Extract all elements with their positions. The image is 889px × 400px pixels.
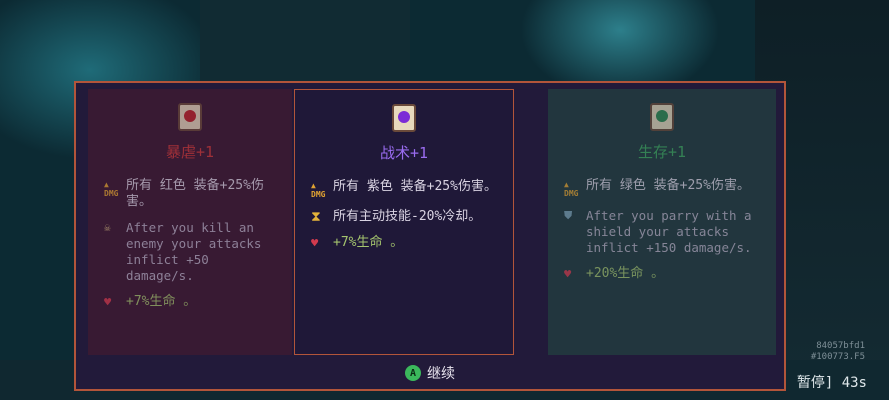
dmg-icon: ▲ DMG — [564, 180, 579, 198]
effect-row: ⧗ 所有主动技能-20%冷却。 — [311, 209, 499, 225]
stat-text: 所有 绿色 装备+25%伤害。 — [586, 178, 750, 193]
stat-row: ▲ DMG 所有 紫色 装备+25%伤害。 — [311, 179, 499, 199]
build-hash: 84057bfd1 — [816, 341, 865, 351]
continue-prompt[interactable]: A 继续 — [76, 357, 784, 389]
scroll-choice-panel: 暴虐+1 ▲ DMG 所有 红色 装备+25%伤害。 ☠ After you ki… — [74, 81, 786, 391]
bonus-row: ♥ +7%生命 。 — [311, 235, 499, 251]
choice-card-survival[interactable]: 生存+1 ▲ DMG 所有 绿色 装备+25%伤害。 ⛊ After you pa… — [548, 89, 776, 355]
scroll-green-icon — [646, 101, 678, 135]
scroll-purple-icon — [388, 102, 420, 136]
background-pillar — [200, 0, 410, 85]
pause-timer: 暂停] 43s — [796, 375, 867, 391]
effect-row: ⛊ After you parry with a shield your att… — [564, 208, 762, 256]
effect-text: After you kill an enemy your attacks inf… — [126, 220, 262, 283]
skull-icon: ☠ — [104, 221, 111, 234]
dmg-icon: ▲ DMG — [104, 180, 119, 198]
choice-card-brutality[interactable]: 暴虐+1 ▲ DMG 所有 红色 装备+25%伤害。 ☠ After you ki… — [88, 89, 292, 355]
bonus-text: +7%生命 。 — [126, 294, 197, 309]
shield-icon: ⛊ — [564, 209, 573, 222]
card-title: 暴虐+1 — [165, 143, 215, 161]
choice-card-tactics[interactable]: 战术+1 ▲ DMG 所有 紫色 装备+25%伤害。 ⧗ 所有主动技能-20%冷却… — [294, 89, 514, 355]
card-title: 战术+1 — [379, 144, 429, 162]
hourglass-icon: ⧗ — [311, 209, 321, 225]
stat-text: 所有 紫色 装备+25%伤害。 — [333, 179, 497, 194]
stat-row: ▲ DMG 所有 绿色 装备+25%伤害。 — [564, 178, 762, 198]
heart-icon: ♥ — [311, 236, 319, 250]
a-button-icon[interactable]: A — [405, 365, 421, 381]
heart-icon: ♥ — [564, 267, 572, 281]
effect-text: 所有主动技能-20%冷却。 — [333, 209, 482, 224]
card-title: 生存+1 — [637, 143, 687, 161]
heart-icon: ♥ — [104, 295, 112, 309]
build-id: #100773.F5 — [810, 352, 865, 362]
bonus-row: ♥ +7%生命 。 — [104, 294, 278, 310]
scroll-red-icon — [174, 101, 206, 135]
bonus-text: +7%生命 。 — [333, 235, 404, 250]
bonus-row: ♥ +20%生命 。 — [564, 266, 762, 282]
dmg-icon: ▲ DMG — [311, 181, 326, 199]
effect-text: After you parry with a shield your attac… — [586, 208, 752, 255]
bonus-text: +20%生命 。 — [586, 266, 665, 281]
stat-row: ▲ DMG 所有 红色 装备+25%伤害。 — [104, 178, 278, 210]
effect-row: ☠ After you kill an enemy your attacks i… — [104, 220, 278, 284]
stat-text: 所有 红色 装备+25%伤害。 — [126, 178, 264, 209]
continue-label: 继续 — [427, 366, 455, 382]
build-info: 84057bfd1 #100773.F5 — [811, 341, 865, 363]
